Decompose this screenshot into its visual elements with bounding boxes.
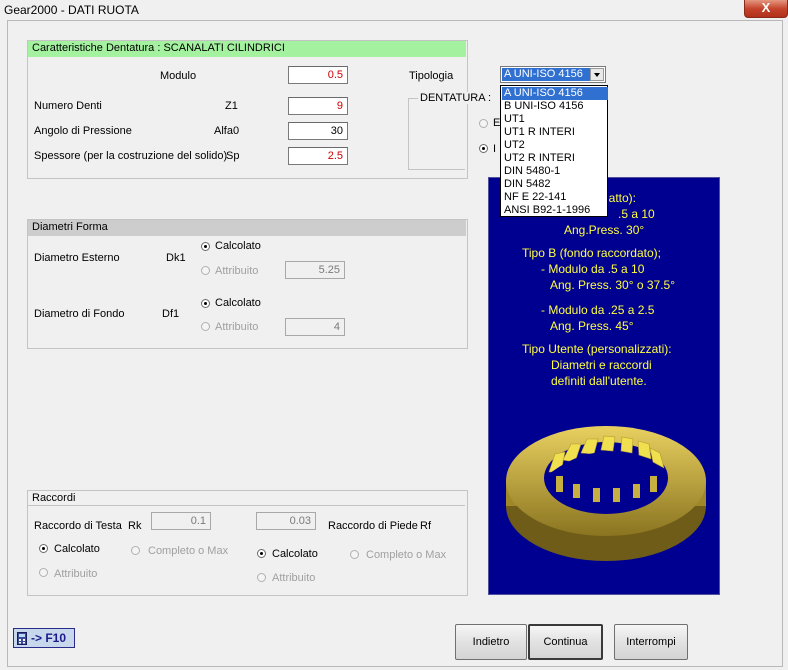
testa-calcolato-label: Calcolato [54, 543, 100, 555]
info-line-7: - Modulo da .25 a 2.5 [541, 303, 655, 317]
dentatura-esterna-radio[interactable] [479, 119, 488, 128]
raccordi-header: Raccordi [32, 492, 76, 504]
piede-completo-label: Completo o Max [366, 549, 447, 561]
modulo-label: Modulo [160, 70, 197, 82]
testa-completo-label: Completo o Max [148, 545, 229, 557]
spessore-input[interactable]: 2.5 [288, 147, 348, 165]
tipologia-option[interactable]: DIN 5480-1 [502, 165, 608, 178]
spessore-symbol: Sp [226, 150, 240, 162]
numero-denti-symbol: Z1 [225, 100, 238, 112]
tipologia-option[interactable]: ANSI B92-1-1996 [502, 204, 608, 217]
tipologia-option[interactable]: UT2 [502, 139, 608, 152]
chevron-down-icon[interactable] [590, 68, 604, 81]
close-button[interactable]: X [744, 0, 788, 18]
piede-attribuito-radio[interactable] [257, 573, 266, 582]
window-title: Gear2000 - DATI RUOTA [4, 3, 139, 17]
raccordi-header-bar [28, 491, 465, 506]
f10-label: -> F10 [31, 631, 67, 645]
testa-attribuito-radio[interactable] [39, 568, 48, 577]
testa-attribuito-label: Attribuito [54, 568, 98, 580]
fondo-attribuito-radio[interactable] [201, 322, 210, 331]
diametri-header: Diametri Forma [28, 220, 466, 236]
esterno-calcolato-radio[interactable] [201, 242, 210, 251]
continua-button[interactable]: Continua [528, 624, 603, 660]
tipologia-option[interactable]: UT1 [502, 113, 608, 126]
diametro-fondo-label: Diametro di Fondo [34, 308, 125, 320]
dentatura-interna-label: I [493, 143, 497, 155]
modulo-input[interactable]: 0.5 [288, 66, 348, 84]
tipologia-select[interactable]: A UNI-ISO 4156 [500, 66, 606, 83]
raccordo-testa-label: Raccordo di Testa [34, 520, 122, 532]
info-line-11: definiti dall'utente. [551, 374, 647, 388]
info-line-6: Ang. Press. 30° o 37.5° [550, 278, 676, 292]
fondo-attribuito-label: Attribuito [215, 321, 259, 333]
tipologia-dropdown-list: A UNI-ISO 4156 B UNI-ISO 4156 UT1 UT1 R … [500, 85, 608, 217]
spessore-label: Spessore (per la costruzione del solido) [34, 150, 228, 162]
numero-denti-input[interactable]: 9 [288, 97, 348, 115]
tipologia-option[interactable]: B UNI-ISO 4156 [502, 100, 608, 113]
dentatura-label: DENTATURA : [418, 92, 494, 104]
gear-image [506, 426, 706, 561]
diametro-fondo-input[interactable]: 4 [285, 318, 345, 336]
close-icon: X [761, 0, 771, 15]
tipologia-option[interactable]: UT2 R INTERI [502, 152, 608, 165]
tipologia-option[interactable]: A UNI-ISO 4156 [502, 87, 608, 100]
calculator-f10-button[interactable]: -> F10 [13, 628, 75, 648]
numero-denti-label: Numero Denti [34, 100, 102, 112]
piede-calcolato-label: Calcolato [272, 548, 318, 560]
esterno-calcolato-label: Calcolato [215, 240, 261, 252]
piede-calcolato-radio[interactable] [257, 549, 266, 558]
angolo-pressione-input[interactable]: 30 [288, 122, 348, 140]
info-line-8: Ang. Press. 45° [550, 319, 634, 333]
info-line-4: Tipo B (fondo raccordato); [522, 246, 661, 260]
fondo-calcolato-radio[interactable] [201, 299, 210, 308]
diametro-fondo-symbol: Df1 [162, 308, 180, 320]
tipologia-label: Tipologia [409, 70, 454, 82]
raccordo-piede-label: Raccordo di Piede [328, 520, 418, 532]
tipologia-selected-value: A UNI-ISO 4156 [502, 68, 590, 81]
raccordo-testa-symbol: Rk [128, 520, 142, 532]
title-bar: Gear2000 - DATI RUOTA [0, 0, 788, 20]
piede-attribuito-label: Attribuito [272, 572, 316, 584]
info-line-3: Ang.Press. 30° [564, 223, 645, 237]
testa-calcolato-radio[interactable] [39, 544, 48, 553]
info-line-1: iatto): [606, 191, 637, 205]
raccordo-testa-input[interactable]: 0.1 [151, 512, 211, 530]
tipologia-option[interactable]: DIN 5482 [502, 178, 608, 191]
raccordo-piede-input[interactable]: 0.03 [256, 512, 316, 530]
caratteristiche-header: Caratteristiche Dentatura : SCANALATI CI… [28, 41, 466, 57]
info-line-5: - Modulo da .5 a 10 [541, 262, 645, 276]
diametro-esterno-symbol: Dk1 [166, 252, 186, 264]
indietro-button[interactable]: Indietro [455, 624, 527, 660]
angolo-pressione-symbol: Alfa0 [214, 125, 240, 137]
tipologia-option[interactable]: NF E 22-141 [502, 191, 608, 204]
esterno-attribuito-radio[interactable] [201, 266, 210, 275]
fondo-calcolato-label: Calcolato [215, 297, 261, 309]
esterno-attribuito-label: Attribuito [215, 265, 259, 277]
info-line-9: Tipo Utente (personalizzati): [522, 342, 672, 356]
dentatura-interna-radio[interactable] [479, 144, 488, 153]
interrompi-button[interactable]: Interrompi [614, 624, 688, 660]
diametro-esterno-input[interactable]: 5.25 [285, 261, 345, 279]
dentatura-group [408, 98, 465, 170]
info-line-2: .5 a 10 [618, 207, 655, 221]
info-line-10: Diametri e raccordi [551, 358, 652, 372]
angolo-pressione-label: Angolo di Pressione [34, 125, 132, 137]
piede-completo-radio[interactable] [350, 550, 359, 559]
testa-completo-radio[interactable] [131, 546, 140, 555]
calculator-icon [17, 632, 27, 645]
diametro-esterno-label: Diametro Esterno [34, 252, 120, 264]
tipologia-option[interactable]: UT1 R INTERI [502, 126, 608, 139]
raccordo-piede-symbol: Rf [420, 520, 431, 532]
